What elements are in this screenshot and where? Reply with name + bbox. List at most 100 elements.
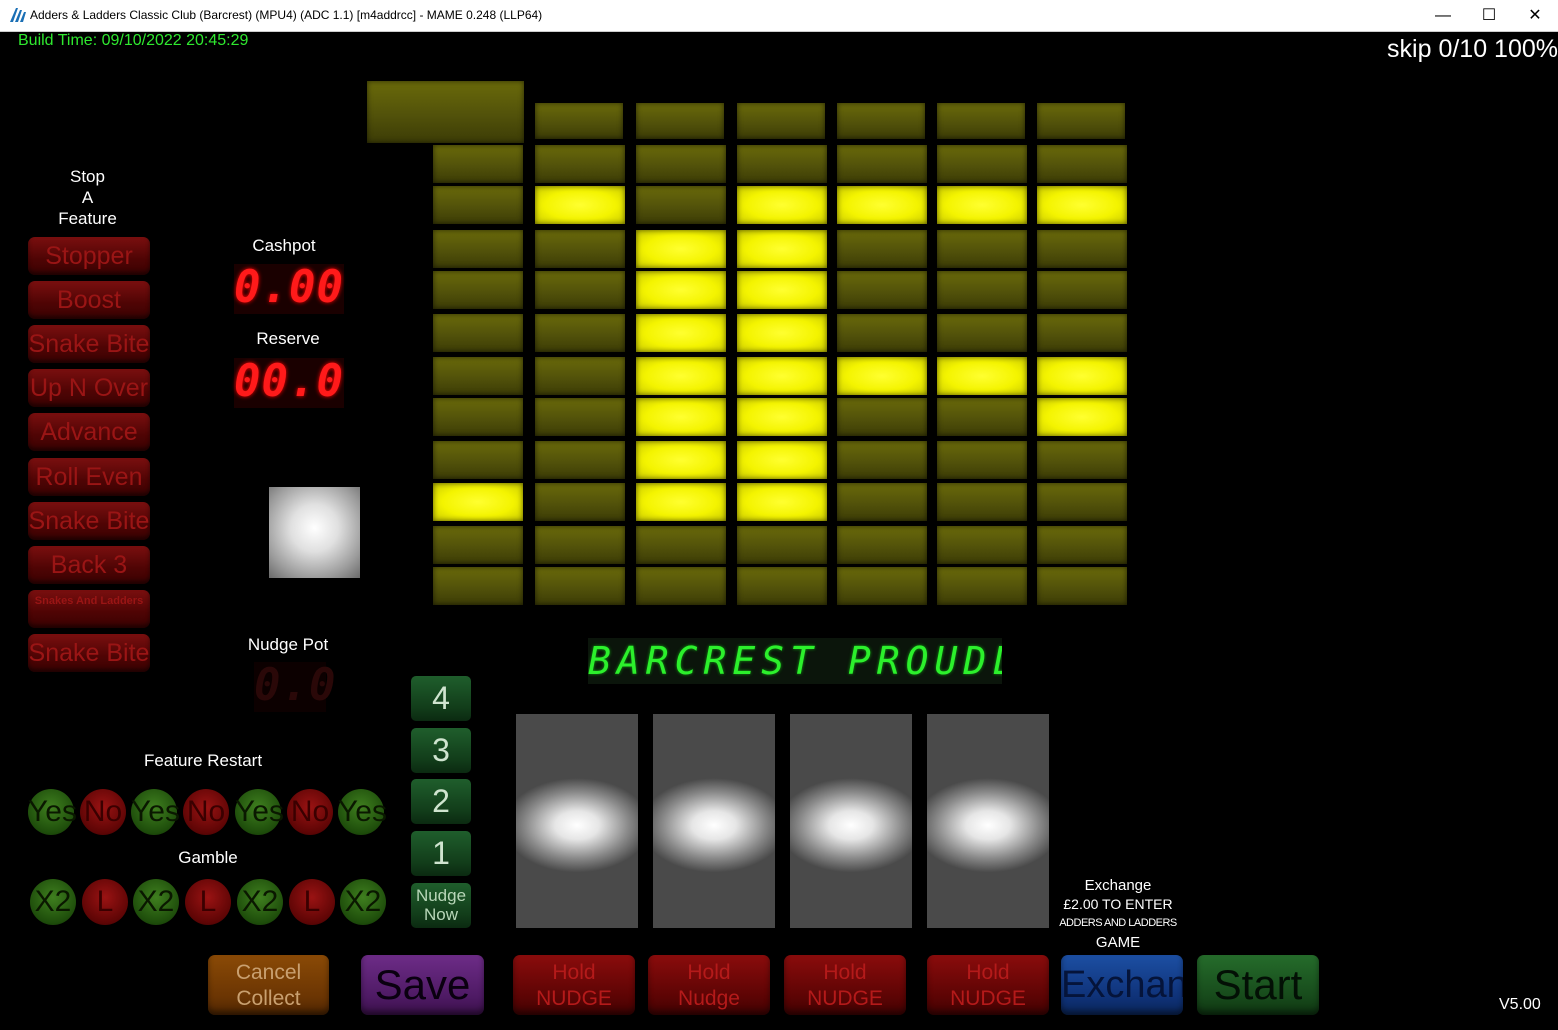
gamble-lose-1[interactable]: L	[82, 879, 128, 925]
reel-3	[790, 714, 912, 928]
feature-restart-no-1[interactable]: No	[80, 789, 126, 835]
lamp-r10-c2	[636, 567, 726, 605]
lamp-r9-c3	[737, 526, 827, 564]
lamp-r4-c3	[737, 314, 827, 352]
nudge-number-1[interactable]: 1	[411, 831, 471, 876]
feature-roll-even-button[interactable]: Roll Even	[28, 458, 150, 496]
stop-feature-heading-line1: Stop	[70, 167, 105, 186]
lamp-r2-c2	[636, 230, 726, 268]
lamp-r1-c6	[1037, 186, 1127, 224]
lamp-r2-c4	[837, 230, 927, 268]
hold-nudge-1-button[interactable]: Hold NUDGE	[513, 955, 635, 1015]
feature-restart-no-3[interactable]: No	[287, 789, 333, 835]
maximize-button[interactable]: ☐	[1466, 0, 1512, 31]
hold-nudge-3-button[interactable]: Hold NUDGE	[784, 955, 906, 1015]
build-time-text: Build Time: 09/10/2022 20:45:29	[18, 32, 249, 49]
lamp-r6-c6	[1037, 398, 1127, 436]
lamp-r8-c4	[837, 483, 927, 521]
save-it-button[interactable]: Save It	[361, 955, 484, 1015]
nudge-now-line1: Nudge	[415, 886, 467, 905]
hold-1-line2: NUDGE	[536, 987, 612, 1010]
feature-back-3-button[interactable]: Back 3	[28, 546, 150, 584]
lamp-r8-c6	[1037, 483, 1127, 521]
hold-2-line2: Nudge	[678, 987, 740, 1010]
lamp-r4-c2	[636, 314, 726, 352]
lamp-r7-c0	[433, 441, 523, 479]
lamp-r8-c0	[433, 483, 523, 521]
gamble-lose-3[interactable]: L	[289, 879, 335, 925]
stop-feature-heading: Stop A Feature	[40, 166, 135, 229]
lamp-r9-c6	[1037, 526, 1127, 564]
feature-restart-yes-3[interactable]: Yes	[235, 789, 284, 835]
lamp-r2-c5	[937, 230, 1027, 268]
feature-restart-yes-2[interactable]: Yes	[131, 789, 180, 835]
lamp-r4-c1	[535, 314, 625, 352]
lamp-r0-c5	[937, 145, 1027, 183]
lamp-r7-c5	[937, 441, 1027, 479]
hold-3-line1: Hold	[823, 961, 867, 984]
lamp-r5-c2	[636, 357, 726, 395]
gamble-x2-1[interactable]: X2	[30, 879, 76, 925]
hold-4-line1: Hold	[966, 961, 1010, 984]
feature-restart-yes-1[interactable]: Yes	[28, 789, 77, 835]
lamp-r0-c4	[837, 145, 927, 183]
hold-nudge-4-button[interactable]: Hold NUDGE	[927, 955, 1049, 1015]
hold-4-line2: NUDGE	[950, 987, 1026, 1010]
hold-nudge-2-button[interactable]: Hold Nudge	[648, 955, 770, 1015]
lamp-r4-c6	[1037, 314, 1127, 352]
lamp-r4-c0	[433, 314, 523, 352]
nudge-pot-display: 0.0	[254, 660, 337, 712]
stop-feature-heading-line3: Feature	[58, 209, 117, 228]
mame-logo-icon	[10, 8, 26, 22]
cancel-collect-button[interactable]: Cancel Collect	[208, 955, 329, 1015]
exchange-info-line3: ADDERS AND LADDERS	[1059, 917, 1177, 929]
lamp-r7-c1	[535, 441, 625, 479]
lamp-r5-c6	[1037, 357, 1127, 395]
lamp-r4-c4	[837, 314, 927, 352]
feature-snake-bite-button[interactable]: Snake Bite	[28, 502, 150, 540]
lamp-r3-c6	[1037, 271, 1127, 309]
lamp-r6-c1	[535, 398, 625, 436]
lamp-r9-c5	[937, 526, 1027, 564]
exchange-button[interactable]: Exchange	[1061, 955, 1183, 1015]
hold-1-line1: Hold	[552, 961, 596, 984]
feature-snake-bite-button[interactable]: Snake Bite	[28, 634, 150, 672]
lamp-r10-c6	[1037, 567, 1127, 605]
lamp-r3-c1	[535, 271, 625, 309]
lamp-r8-c1	[535, 483, 625, 521]
nudge-number-3[interactable]: 3	[411, 728, 471, 773]
lamp-r1-c1	[535, 186, 625, 224]
lamp-r3-c2	[636, 271, 726, 309]
lamp-r6-c0	[433, 398, 523, 436]
nudge-number-4[interactable]: 4	[411, 676, 471, 721]
feature-snakes-and-ladders-button[interactable]: Snakes And Ladders	[28, 590, 150, 628]
feature-restart-label: Feature Restart	[143, 751, 263, 770]
start-button[interactable]: Start	[1197, 955, 1319, 1015]
feature-restart-yes-4[interactable]: Yes	[338, 789, 387, 835]
nudge-number-2[interactable]: 2	[411, 779, 471, 824]
lamp-top-6	[1037, 103, 1125, 139]
gamble-x2-2[interactable]: X2	[133, 879, 179, 925]
lamp-r10-c5	[937, 567, 1027, 605]
status-lamp	[269, 487, 360, 578]
cashpot-label: Cashpot	[252, 236, 316, 255]
nudge-now-button[interactable]: Nudge Now	[411, 883, 471, 928]
feature-advance-button[interactable]: Advance	[28, 413, 150, 451]
minimize-button[interactable]: —	[1420, 0, 1466, 31]
lamp-top-left-large	[367, 81, 524, 143]
lamp-r5-c5	[937, 357, 1027, 395]
feature-boost-button[interactable]: Boost	[28, 281, 150, 319]
feature-restart-no-2[interactable]: No	[183, 789, 229, 835]
close-button[interactable]: ✕	[1512, 0, 1558, 31]
lamp-r6-c5	[937, 398, 1027, 436]
feature-stopper-button[interactable]: Stopper	[28, 237, 150, 275]
lamp-r9-c4	[837, 526, 927, 564]
gamble-x2-3[interactable]: X2	[237, 879, 283, 925]
gamble-x2-4[interactable]: X2	[340, 879, 386, 925]
lamp-r4-c5	[937, 314, 1027, 352]
feature-up-n-over-button[interactable]: Up N Over	[28, 369, 150, 407]
gamble-lose-2[interactable]: L	[185, 879, 231, 925]
lamp-r9-c0	[433, 526, 523, 564]
lamp-r1-c2	[636, 186, 726, 224]
feature-snake-bite-button[interactable]: Snake Bite	[28, 325, 150, 363]
